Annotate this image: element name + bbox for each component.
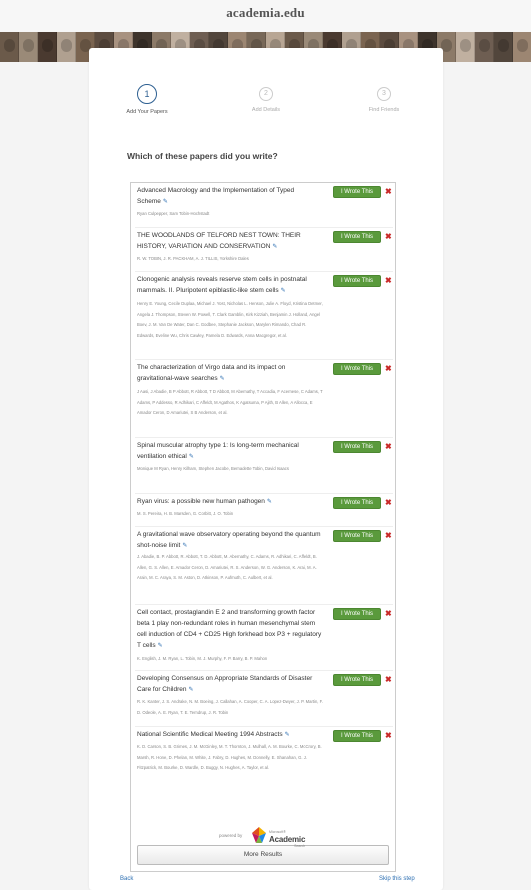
paper-authors: M. S. Pereira, H. B. Marsden, G. Corbitt… xyxy=(137,511,234,516)
profile-photo-thumbnail xyxy=(513,32,531,62)
paper-title[interactable]: THE WOODLANDS OF TELFORD NEST TOWN: THEI… xyxy=(137,230,323,253)
reject-icon[interactable]: ✖ xyxy=(385,186,392,198)
paper-item: A gravitational wave observatory operati… xyxy=(135,527,393,605)
paper-authors: Ryan Culpepper, Sam Tobin-Hochstadt xyxy=(137,211,210,216)
paper-authors: J Aasi, J Abadie, B P Abbott, R Abbott, … xyxy=(137,389,323,415)
step-label-2: Add Details xyxy=(251,107,281,113)
paper-title[interactable]: The characterization of Virgo data and i… xyxy=(137,362,323,385)
paper-title[interactable]: Clonogenic analysis reveals reserve stem… xyxy=(137,274,323,297)
page-question: Which of these papers did you write? xyxy=(127,151,278,161)
profile-photo-thumbnail xyxy=(38,32,57,62)
profile-photo-thumbnail xyxy=(57,32,76,62)
step-add-papers: 1 Add Your Papers xyxy=(107,84,187,115)
i-wrote-this-button[interactable]: I Wrote This xyxy=(333,608,381,620)
paper-title[interactable]: A gravitational wave observatory operati… xyxy=(137,529,323,552)
microsoft-academic-logo-icon xyxy=(252,827,266,843)
ms-brand-line3: Search xyxy=(294,844,306,848)
step-number-2: 2 xyxy=(259,87,273,101)
paper-item: Ryan virus: a possible new human pathoge… xyxy=(135,494,393,527)
reject-icon[interactable]: ✖ xyxy=(385,530,392,542)
profile-photo-thumbnail xyxy=(494,32,513,62)
paper-title[interactable]: Spinal muscular atrophy type 1: Is long-… xyxy=(137,440,323,463)
powered-by-label: powered by xyxy=(219,833,243,838)
edit-pencil-icon[interactable]: ✎ xyxy=(189,454,194,460)
i-wrote-this-button[interactable]: I Wrote This xyxy=(333,275,381,287)
edit-pencil-icon[interactable]: ✎ xyxy=(182,543,187,549)
back-link[interactable]: Back xyxy=(120,876,133,882)
step-number-3: 3 xyxy=(377,87,391,101)
step-number-1: 1 xyxy=(137,84,157,104)
reject-icon[interactable]: ✖ xyxy=(385,363,392,375)
more-results-button[interactable]: More Results xyxy=(137,845,389,865)
i-wrote-this-button[interactable]: I Wrote This xyxy=(333,231,381,243)
profile-photo-thumbnail xyxy=(0,32,19,62)
onboarding-card: 1 Add Your Papers 2 Add Details 3 Find F… xyxy=(89,48,443,890)
i-wrote-this-button[interactable]: I Wrote This xyxy=(333,363,381,375)
paper-authors: R. K. Kanter, J. S. Andrake, N. M. Boein… xyxy=(137,699,323,715)
paper-title[interactable]: Developing Consensus on Appropriate Stan… xyxy=(137,673,323,696)
edit-pencil-icon[interactable]: ✎ xyxy=(220,376,225,382)
paper-item: Developing Consensus on Appropriate Stan… xyxy=(135,671,393,727)
paper-title[interactable]: Advanced Macrology and the Implementatio… xyxy=(137,185,323,208)
edit-pencil-icon[interactable]: ✎ xyxy=(272,244,277,250)
reject-icon[interactable]: ✖ xyxy=(385,674,392,686)
skip-step-link[interactable]: Skip this step xyxy=(379,876,415,882)
i-wrote-this-button[interactable]: I Wrote This xyxy=(333,674,381,686)
reject-icon[interactable]: ✖ xyxy=(385,231,392,243)
reject-icon[interactable]: ✖ xyxy=(385,275,392,287)
paper-item: Clonogenic analysis reveals reserve stem… xyxy=(135,272,393,360)
paper-list: Advanced Macrology and the Implementatio… xyxy=(130,182,396,872)
step-add-details: 2 Add Details xyxy=(226,84,306,113)
i-wrote-this-button[interactable]: I Wrote This xyxy=(333,186,381,198)
paper-authors: K. D. Carson, S. B. Grimes, J. M. McGinl… xyxy=(137,744,322,770)
profile-photo-thumbnail xyxy=(456,32,475,62)
paper-authors: J. Abadie, B. P. Abbott, R. Abbott, T. D… xyxy=(137,554,317,580)
edit-pencil-icon[interactable]: ✎ xyxy=(281,288,286,294)
profile-photo-thumbnail xyxy=(475,32,494,62)
progress-steps: 1 Add Your Papers 2 Add Details 3 Find F… xyxy=(89,84,443,134)
reject-icon[interactable]: ✖ xyxy=(385,441,392,453)
step-label-3: Find Friends xyxy=(368,107,400,113)
i-wrote-this-button[interactable]: I Wrote This xyxy=(333,730,381,742)
step-find-friends: 3 Find Friends xyxy=(344,84,424,113)
step-label-1: Add Your Papers xyxy=(126,109,168,115)
paper-authors: Henry E. Young, Cecile Duplaa, Michael J… xyxy=(137,301,323,338)
paper-item: Advanced Macrology and the Implementatio… xyxy=(135,183,393,228)
reject-icon[interactable]: ✖ xyxy=(385,730,392,742)
edit-pencil-icon[interactable]: ✎ xyxy=(285,732,290,738)
paper-item: Cell contact, prostaglandin E 2 and tran… xyxy=(135,605,393,671)
reject-icon[interactable]: ✖ xyxy=(385,608,392,620)
paper-item: National Scientific Medical Meeting 1994… xyxy=(135,727,393,841)
edit-pencil-icon[interactable]: ✎ xyxy=(158,643,163,649)
ms-brand-name: Academic xyxy=(269,835,306,844)
microsoft-academic-search-brand: Microsoft® Academic Search xyxy=(269,829,305,850)
top-header: academia.edu xyxy=(0,0,531,32)
paper-title[interactable]: Ryan virus: a possible new human pathoge… xyxy=(137,496,323,508)
edit-pencil-icon[interactable]: ✎ xyxy=(189,687,194,693)
paper-item: The characterization of Virgo data and i… xyxy=(135,360,393,438)
paper-item: THE WOODLANDS OF TELFORD NEST TOWN: THEI… xyxy=(135,228,393,272)
paper-item: Spinal muscular atrophy type 1: Is long-… xyxy=(135,438,393,494)
i-wrote-this-button[interactable]: I Wrote This xyxy=(333,441,381,453)
paper-authors: K. English, J. M. Ryan, L. Tobin, M. J. … xyxy=(137,656,268,661)
i-wrote-this-button[interactable]: I Wrote This xyxy=(333,530,381,542)
profile-photo-thumbnail xyxy=(19,32,38,62)
paper-title[interactable]: Cell contact, prostaglandin E 2 and tran… xyxy=(137,607,323,652)
edit-pencil-icon[interactable]: ✎ xyxy=(163,199,168,205)
academia-logo[interactable]: academia.edu xyxy=(226,5,305,21)
paper-authors: Monique M Ryan, Henry Kilham, Stephen Ja… xyxy=(137,466,289,471)
reject-icon[interactable]: ✖ xyxy=(385,497,392,509)
paper-authors: R. W. TOBIN, J. R. PACKHAM, A. J. TILLIS… xyxy=(137,256,249,261)
paper-title[interactable]: National Scientific Medical Meeting 1994… xyxy=(137,729,323,741)
i-wrote-this-button[interactable]: I Wrote This xyxy=(333,497,381,509)
edit-pencil-icon[interactable]: ✎ xyxy=(267,499,272,505)
